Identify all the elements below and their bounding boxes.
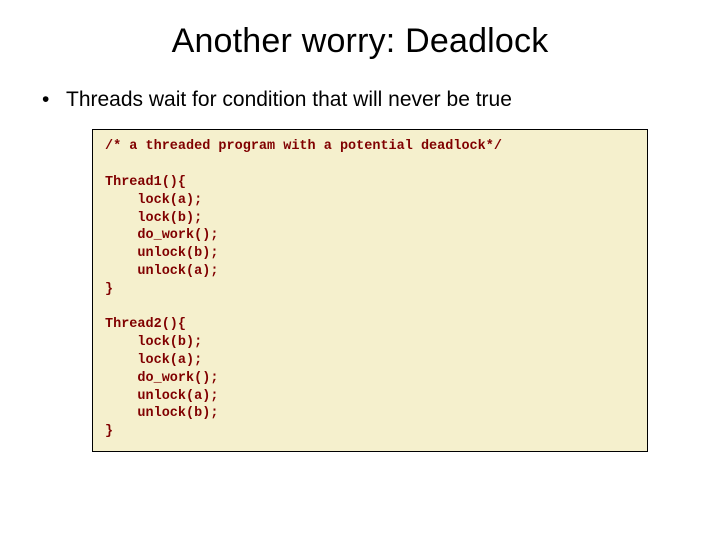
code-content: /* a threaded program with a potential d… <box>105 138 635 441</box>
bullet-item: Threads wait for condition that will nev… <box>48 87 680 113</box>
slide: Another worry: Deadlock Threads wait for… <box>0 0 720 540</box>
page-title: Another worry: Deadlock <box>0 0 720 69</box>
code-block: /* a threaded program with a potential d… <box>92 129 648 452</box>
bullet-list: Threads wait for condition that will nev… <box>0 87 720 113</box>
